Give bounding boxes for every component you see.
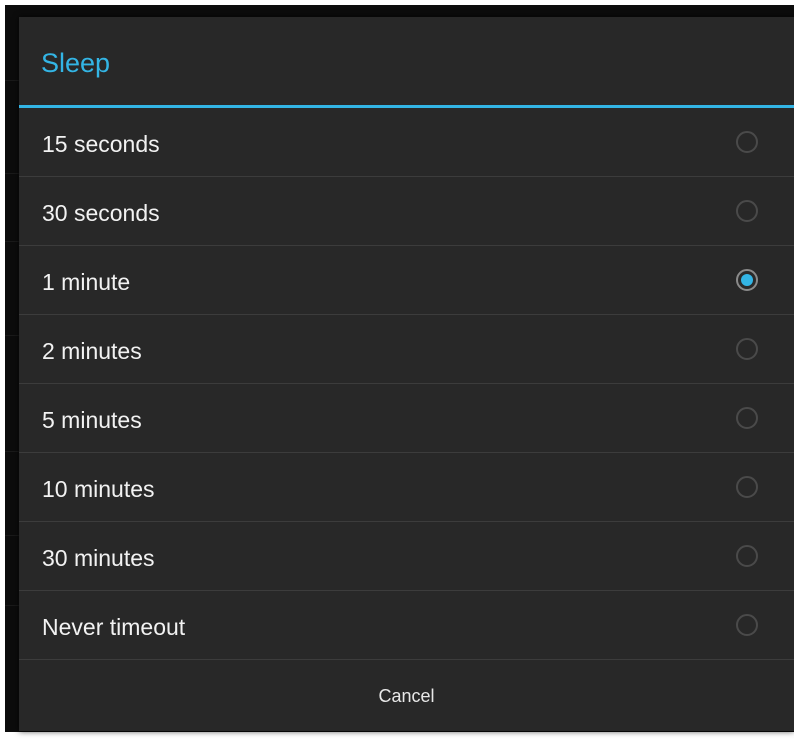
radio-dot (741, 274, 753, 286)
screen: Sleep 15 seconds 30 seconds 1 minute 2 m… (0, 0, 794, 739)
option-label: 10 minutes (42, 476, 155, 502)
option-30-minutes[interactable]: 30 minutes (19, 522, 794, 591)
cancel-button[interactable]: Cancel (19, 662, 794, 731)
radio-button-icon[interactable] (736, 614, 758, 636)
radio-button-icon[interactable] (736, 476, 758, 498)
option-label: 30 minutes (42, 545, 155, 571)
sleep-dialog: Sleep 15 seconds 30 seconds 1 minute 2 m… (19, 17, 794, 731)
option-5-minutes[interactable]: 5 minutes (19, 384, 794, 453)
option-10-minutes[interactable]: 10 minutes (19, 453, 794, 522)
option-never-timeout[interactable]: Never timeout (19, 591, 794, 660)
option-label: 15 seconds (42, 131, 160, 157)
option-label: 1 minute (42, 269, 131, 295)
option-2-minutes[interactable]: 2 minutes (19, 315, 794, 384)
dialog-header: Sleep (19, 17, 794, 105)
radio-button-icon[interactable] (736, 407, 758, 429)
option-15-seconds[interactable]: 15 seconds (19, 108, 794, 177)
radio-button-icon[interactable] (736, 338, 758, 360)
radio-button-icon[interactable] (736, 131, 758, 153)
radio-button-icon[interactable] (736, 269, 758, 291)
sleep-options-list: 15 seconds 30 seconds 1 minute 2 minutes… (19, 108, 794, 660)
dialog-title: Sleep (41, 48, 111, 78)
option-label: 2 minutes (42, 338, 142, 364)
radio-button-icon[interactable] (736, 200, 758, 222)
option-label: Never timeout (42, 614, 186, 640)
radio-button-icon[interactable] (736, 545, 758, 567)
dialog-footer: Cancel (19, 662, 794, 731)
option-label: 30 seconds (42, 200, 160, 226)
option-1-minute[interactable]: 1 minute (19, 246, 794, 315)
option-30-seconds[interactable]: 30 seconds (19, 177, 794, 246)
option-label: 5 minutes (42, 407, 142, 433)
